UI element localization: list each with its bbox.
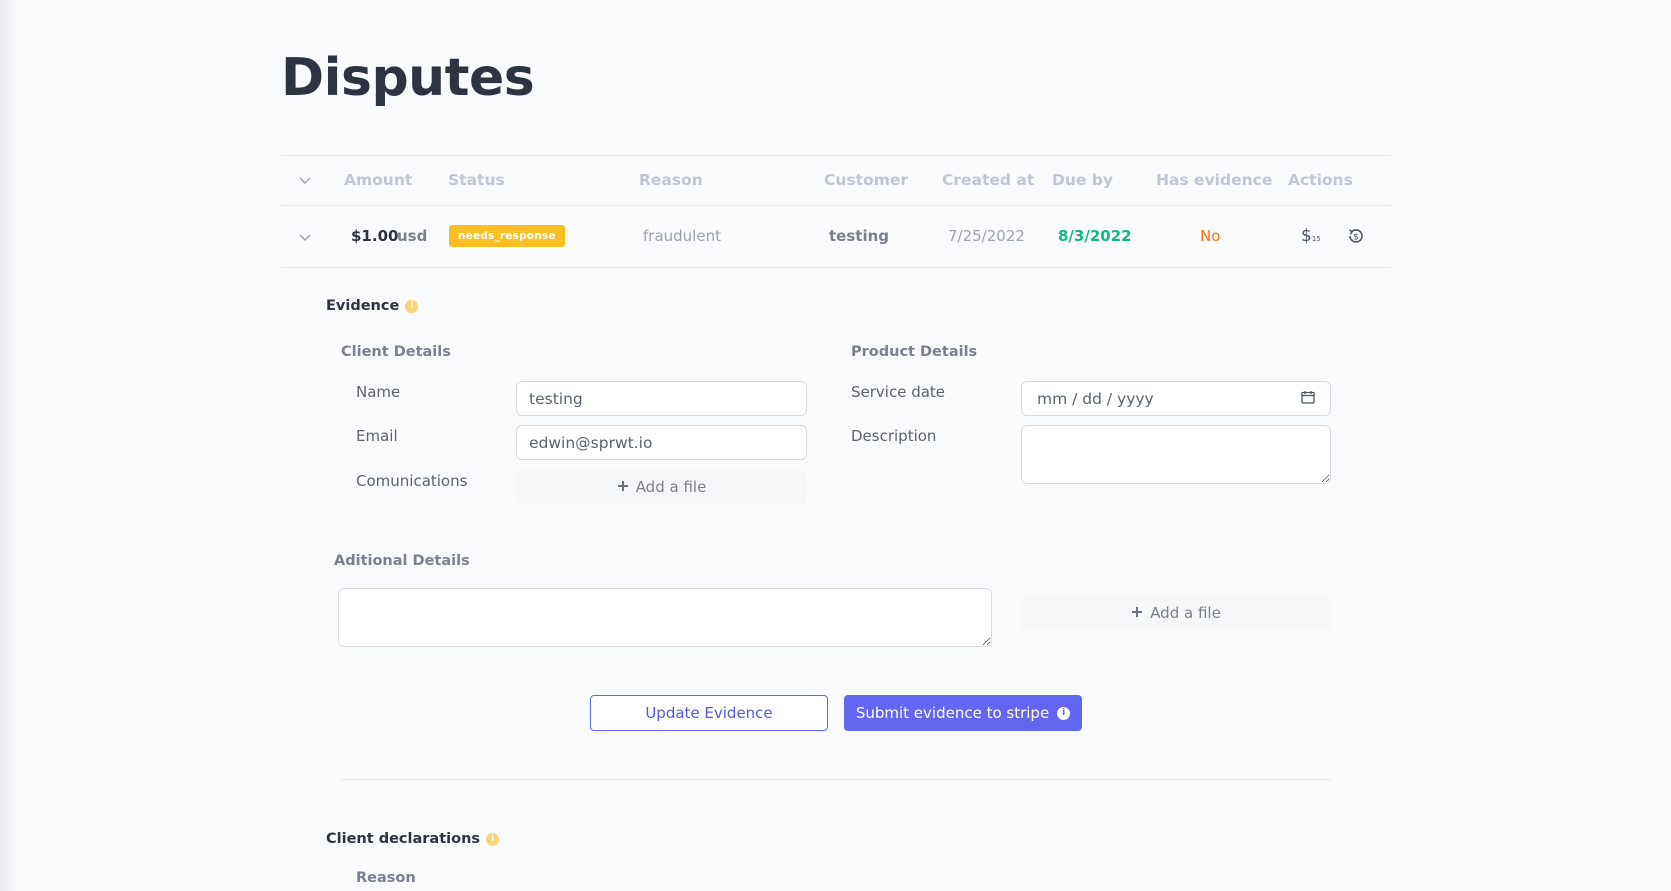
- add-file-label: Add a file: [635, 478, 707, 496]
- declaration-reason-label: Reason: [356, 870, 416, 886]
- update-evidence-button[interactable]: Update Evidence: [590, 695, 828, 731]
- dispute-row[interactable]: $1.00 usd needs_response fraudulent test…: [281, 206, 1391, 268]
- row-reason: fraudulent: [643, 227, 721, 245]
- calendar-icon[interactable]: [1301, 390, 1315, 408]
- description-textarea[interactable]: [1021, 425, 1331, 484]
- row-currency: usd: [397, 227, 428, 245]
- refund-history-icon[interactable]: $: [1346, 226, 1366, 250]
- dollar-icon-glyph: $: [1301, 226, 1312, 246]
- header-amount[interactable]: Amount: [344, 171, 412, 189]
- update-evidence-label: Update Evidence: [645, 704, 773, 722]
- communications-add-file-button[interactable]: Add a file: [516, 470, 807, 504]
- header-status[interactable]: Status: [448, 171, 505, 189]
- client-declarations-info-icon[interactable]: i: [486, 832, 500, 846]
- product-details-title: Product Details: [851, 344, 978, 360]
- communications-label: Comunications: [356, 472, 468, 490]
- row-amount: $1.00: [351, 227, 399, 245]
- row-has-evidence: No: [1200, 227, 1221, 245]
- row-customer: testing: [829, 227, 889, 245]
- client-declarations-title-text: Client declarations: [326, 831, 481, 847]
- evidence-info-icon[interactable]: i: [405, 299, 419, 313]
- header-actions: Actions: [1288, 171, 1353, 189]
- row-toggle-chevron-icon[interactable]: [298, 230, 312, 248]
- submit-evidence-label: Submit evidence to stripe: [855, 704, 1050, 722]
- table-header: Amount Status Reason Customer Created at…: [281, 155, 1391, 206]
- add-file-label: Add a file: [1150, 604, 1221, 622]
- service-date-input[interactable]: mm / dd / yyyy: [1021, 381, 1331, 416]
- description-label: Description: [851, 427, 937, 445]
- page-title: Disputes: [281, 48, 535, 108]
- info-icon: i: [1057, 706, 1071, 720]
- service-date-placeholder: mm / dd / yyyy: [1037, 390, 1154, 408]
- header-has-evidence[interactable]: Has evidence: [1156, 171, 1272, 189]
- additional-details-textarea[interactable]: [338, 588, 992, 647]
- dollar-icon-sub: 15: [1311, 235, 1321, 243]
- evidence-title-text: Evidence: [326, 298, 400, 314]
- collapse-all-chevron-icon[interactable]: [298, 173, 312, 191]
- row-due-by: 8/3/2022: [1058, 227, 1132, 245]
- left-edge-shadow: [0, 0, 18, 891]
- client-declarations-title: Client declarations i: [326, 831, 500, 847]
- client-details-title: Client Details: [341, 344, 451, 360]
- row-created-at: 7/25/2022: [948, 227, 1025, 245]
- name-field[interactable]: [516, 381, 807, 416]
- svg-text:$: $: [1353, 233, 1359, 243]
- plus-icon: [617, 478, 629, 496]
- header-created-at[interactable]: Created at: [942, 171, 1034, 189]
- submit-evidence-button[interactable]: Submit evidence to stripe i: [844, 695, 1082, 731]
- email-field[interactable]: [516, 425, 807, 460]
- header-reason[interactable]: Reason: [639, 171, 703, 189]
- name-label: Name: [356, 383, 401, 401]
- email-label: Email: [356, 427, 398, 445]
- additional-add-file-button[interactable]: Add a file: [1021, 596, 1331, 630]
- service-date-label: Service date: [851, 383, 946, 401]
- section-divider: [341, 779, 1331, 780]
- evidence-title: Evidence i: [326, 298, 419, 314]
- plus-icon: [1131, 604, 1143, 622]
- dollar-icon[interactable]: $15: [1301, 226, 1321, 246]
- header-customer[interactable]: Customer: [824, 171, 908, 189]
- status-badge: needs_response: [449, 225, 565, 247]
- additional-details-title: Aditional Details: [334, 553, 470, 569]
- header-due-by[interactable]: Due by: [1052, 171, 1113, 189]
